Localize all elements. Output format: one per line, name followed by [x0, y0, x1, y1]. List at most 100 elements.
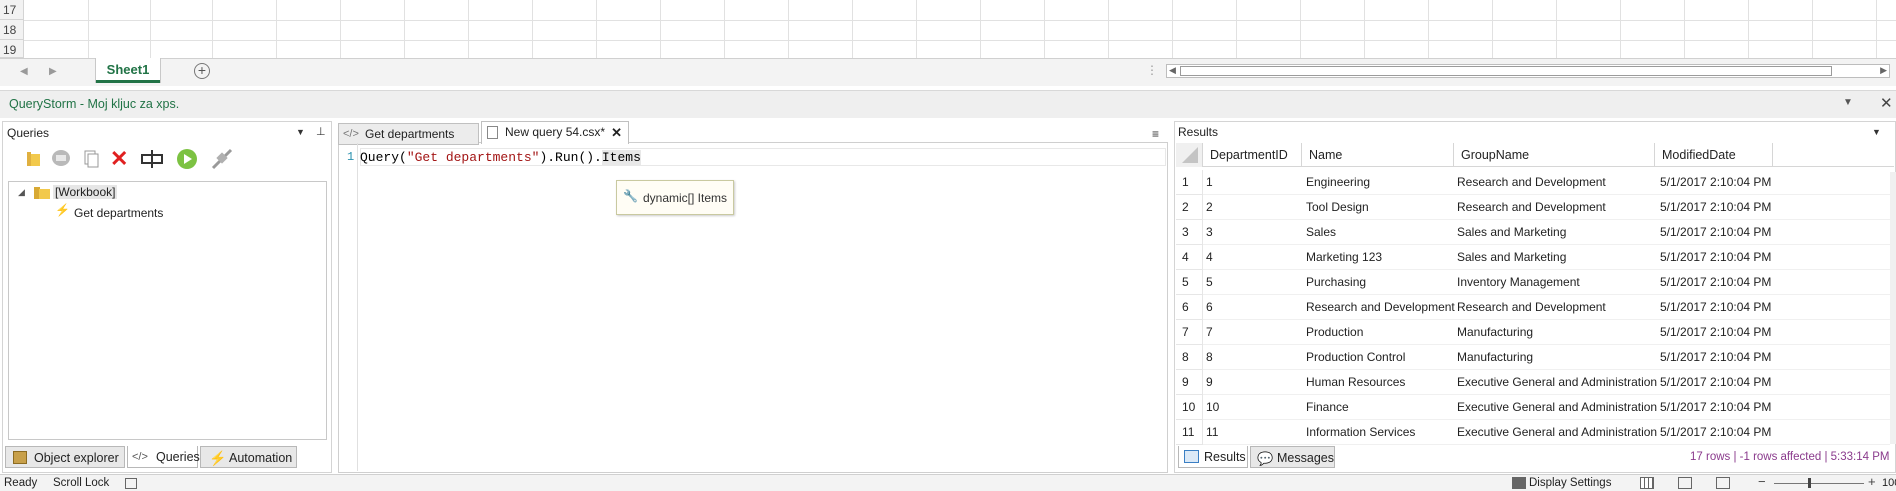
result-cell[interactable]: Human Resources	[1306, 370, 1456, 394]
sheet-tab-active[interactable]: Sheet1	[96, 58, 160, 83]
tab-object-explorer[interactable]: Object explorer	[5, 446, 125, 468]
column-header-name[interactable]: Name	[1303, 143, 1454, 167]
collapse-icon[interactable]: ▼	[1843, 97, 1853, 108]
display-settings-label[interactable]: Display Settings	[1529, 477, 1611, 489]
row-header[interactable]: 19	[0, 40, 24, 58]
result-cell[interactable]: 5/1/2017 2:10:04 PM	[1660, 220, 1890, 244]
row-number[interactable]: 10	[1176, 395, 1203, 420]
result-cell[interactable]: Research and Development	[1457, 170, 1657, 194]
results-vertical-scrollbar[interactable]	[1890, 172, 1896, 444]
disconnect-icon[interactable]	[210, 148, 234, 170]
close-tab-icon[interactable]: ✕	[611, 122, 622, 143]
result-cell[interactable]: 5/1/2017 2:10:04 PM	[1660, 245, 1890, 269]
result-cell[interactable]: 5/1/2017 2:10:04 PM	[1660, 345, 1890, 369]
result-cell[interactable]: Sales and Marketing	[1457, 220, 1657, 244]
row-number[interactable]: 2	[1176, 195, 1203, 220]
result-cell[interactable]: Sales and Marketing	[1457, 245, 1657, 269]
page-break-icon[interactable]	[1716, 477, 1730, 489]
result-cell[interactable]: Research and Development	[1457, 195, 1657, 219]
zoom-level[interactable]: 100%	[1882, 477, 1896, 489]
tab-results[interactable]: Results	[1178, 446, 1248, 468]
row-number[interactable]: 1	[1176, 170, 1203, 195]
add-sheet-icon[interactable]: +	[194, 63, 210, 79]
result-cell[interactable]: 5/1/2017 2:10:04 PM	[1660, 370, 1890, 394]
result-cell[interactable]: Information Services	[1306, 420, 1456, 444]
database-icon[interactable]	[51, 148, 71, 168]
code-editor[interactable]	[338, 142, 1168, 473]
result-cell[interactable]: 5/1/2017 2:10:04 PM	[1660, 295, 1890, 319]
page-layout-icon[interactable]	[1678, 477, 1692, 489]
result-cell[interactable]: Sales	[1306, 220, 1456, 244]
rename-icon[interactable]	[140, 149, 164, 169]
horizontal-scrollbar[interactable]: ◀ ▶	[1166, 64, 1890, 78]
result-cell[interactable]: 2	[1206, 195, 1302, 219]
result-cell[interactable]: 8	[1206, 345, 1302, 369]
result-cell[interactable]: 5/1/2017 2:10:04 PM	[1660, 320, 1890, 344]
result-cell[interactable]: 3	[1206, 220, 1302, 244]
row-number[interactable]: 8	[1176, 345, 1203, 370]
close-icon[interactable]: ✕	[1880, 94, 1893, 112]
result-cell[interactable]: 4	[1206, 245, 1302, 269]
result-cell[interactable]: Engineering	[1306, 170, 1456, 194]
code-line[interactable]: Query("Get departments").Run().Items	[360, 150, 641, 165]
result-cell[interactable]: Manufacturing	[1457, 320, 1657, 344]
result-cell[interactable]: Tool Design	[1306, 195, 1456, 219]
column-header-groupname[interactable]: GroupName	[1455, 143, 1655, 167]
row-number[interactable]: 5	[1176, 270, 1203, 295]
result-cell[interactable]: 5/1/2017 2:10:04 PM	[1660, 195, 1890, 219]
open-folder-icon[interactable]	[21, 148, 41, 168]
result-cell[interactable]: Research and Development	[1457, 295, 1657, 319]
column-header-departmentid[interactable]: DepartmentID	[1204, 143, 1302, 167]
result-cell[interactable]: 5/1/2017 2:10:04 PM	[1660, 420, 1890, 444]
result-cell[interactable]: 9	[1206, 370, 1302, 394]
run-icon[interactable]	[176, 148, 198, 170]
row-header[interactable]: 17	[0, 0, 24, 20]
zoom-in-icon[interactable]: +	[1868, 474, 1876, 489]
display-settings-icon[interactable]	[1512, 477, 1526, 489]
doc-tab-new-query[interactable]: New query 54.csx* ✕	[481, 121, 629, 144]
scroll-right-arrow-icon[interactable]: ▶	[1880, 65, 1887, 76]
expand-arrow-icon[interactable]: ◢	[18, 187, 25, 198]
split-handle-icon[interactable]: ⋮	[1146, 63, 1158, 77]
result-cell[interactable]: 5	[1206, 270, 1302, 294]
column-header-modifieddate[interactable]: ModifiedDate	[1656, 143, 1773, 167]
zoom-out-icon[interactable]: −	[1758, 474, 1766, 489]
result-cell[interactable]: 1	[1206, 170, 1302, 194]
result-cell[interactable]: Executive General and Administration	[1457, 370, 1657, 394]
result-cell[interactable]: Production Control	[1306, 345, 1456, 369]
result-cell[interactable]: Finance	[1306, 395, 1456, 419]
worksheet-grid[interactable]	[0, 0, 1896, 58]
result-cell[interactable]: 10	[1206, 395, 1302, 419]
result-cell[interactable]: Marketing 123	[1306, 245, 1456, 269]
result-cell[interactable]: Manufacturing	[1457, 345, 1657, 369]
row-number[interactable]: 6	[1176, 295, 1203, 320]
result-cell[interactable]: Production	[1306, 320, 1456, 344]
scroll-left-icon[interactable]: ◀	[20, 66, 28, 77]
tree-root-workbook[interactable]: [Workbook]	[53, 185, 118, 199]
queries-tree[interactable]	[8, 181, 327, 440]
result-cell[interactable]: 5/1/2017 2:10:04 PM	[1660, 395, 1890, 419]
doc-tab-get-departments[interactable]: </> Get departments	[338, 123, 479, 145]
normal-view-icon[interactable]	[1640, 477, 1654, 489]
result-cell[interactable]: Inventory Management	[1457, 270, 1657, 294]
row-number[interactable]: 11	[1176, 420, 1203, 445]
zoom-slider[interactable]	[1774, 483, 1864, 484]
pane-menu-icon[interactable]: ▼	[296, 127, 305, 137]
macro-record-icon[interactable]	[125, 478, 137, 489]
select-all-corner[interactable]	[1176, 143, 1203, 167]
scroll-right-icon[interactable]: ▶	[49, 66, 57, 77]
row-number[interactable]: 4	[1176, 245, 1203, 270]
scroll-left-arrow-icon[interactable]: ◀	[1169, 65, 1176, 76]
tab-messages[interactable]: 💬 Messages	[1250, 446, 1335, 468]
copy-icon[interactable]	[82, 148, 100, 168]
result-cell[interactable]: 6	[1206, 295, 1302, 319]
result-cell[interactable]: Purchasing	[1306, 270, 1456, 294]
zoom-slider-thumb[interactable]	[1808, 478, 1811, 488]
pin-icon[interactable]: ⊥	[316, 125, 326, 138]
delete-icon[interactable]: ✕	[110, 146, 128, 172]
result-cell[interactable]: 11	[1206, 420, 1302, 444]
result-cell[interactable]: Executive General and Administration	[1457, 420, 1657, 444]
row-header[interactable]: 18	[0, 20, 24, 40]
tab-automation[interactable]: ⚡ Automation	[200, 446, 297, 468]
result-cell[interactable]: Executive General and Administration	[1457, 395, 1657, 419]
